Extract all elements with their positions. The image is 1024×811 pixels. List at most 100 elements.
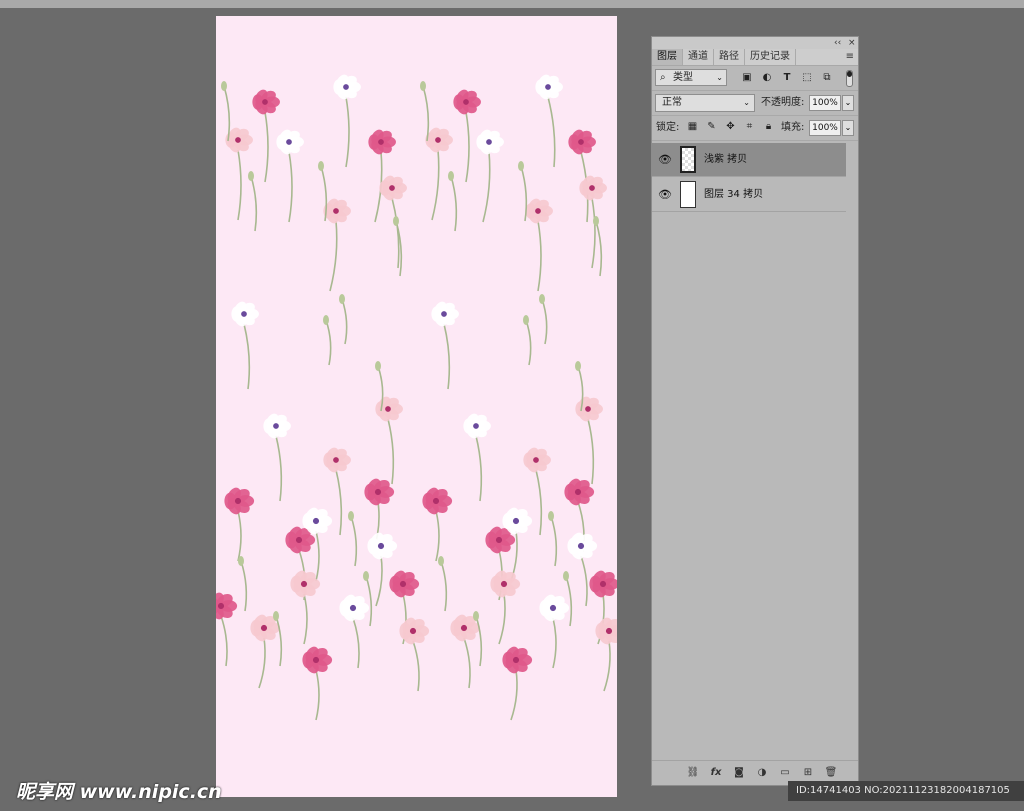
stem [547, 96, 556, 168]
add-mask-icon[interactable]: ◙ [731, 765, 747, 781]
flower-center [599, 580, 607, 588]
new-group-icon[interactable]: ▭ [777, 765, 793, 781]
opacity-input[interactable]: 100% [809, 95, 841, 111]
stem [550, 515, 558, 567]
eye-icon[interactable]: 👁︎ [658, 188, 672, 202]
flower-bud [318, 161, 324, 171]
close-panel-button[interactable]: × [848, 37, 856, 49]
stem [315, 530, 320, 582]
blend-mode-value: 正常 [662, 97, 682, 108]
stem [450, 175, 458, 232]
tab-paths[interactable]: 路径 [714, 49, 745, 65]
flower-center [463, 99, 469, 105]
layer-thumbnail [680, 146, 696, 173]
lock-artboard-icon[interactable]: ⌗ [743, 120, 756, 134]
floral-pattern [216, 74, 617, 721]
flower-center [399, 580, 407, 588]
flower-center [432, 497, 440, 505]
flower-center [574, 488, 582, 496]
filter-row: ⌕ 类型 ⌄ ▣ ◐ T ⬚ ⧉ [652, 66, 858, 91]
flower-center [535, 208, 541, 214]
layer-name[interactable]: 浅紫 拷贝 [704, 143, 747, 177]
flower-bud [375, 361, 381, 371]
fill-input[interactable]: 100% [809, 120, 841, 136]
flower-center [262, 99, 268, 105]
flower-center [312, 656, 320, 664]
shape-filter-icon[interactable]: ⬚ [800, 71, 814, 85]
stem [443, 323, 451, 390]
tab-layers[interactable]: 图层 [652, 49, 683, 65]
stem [387, 418, 395, 485]
stem [315, 669, 320, 721]
blend-mode-select[interactable]: 正常 ⌄ [655, 94, 755, 112]
eye-icon[interactable]: 👁︎ [658, 153, 672, 167]
fill-dropdown-icon[interactable]: ⌄ [842, 120, 854, 136]
document-canvas[interactable] [216, 16, 617, 797]
layer-filter-select[interactable]: ⌕ 类型 ⌄ [655, 69, 727, 86]
flower-center [486, 139, 492, 145]
image-filter-icon[interactable]: ▣ [740, 71, 754, 85]
tab-history[interactable]: 历史记录 [745, 49, 796, 65]
text-filter-icon[interactable]: T [780, 71, 794, 85]
lock-paint-brush-icon[interactable]: ✎ [705, 120, 718, 134]
flower-bud [323, 315, 329, 325]
lock-row: 锁定: ▦ ✎ ✥ ⌗ 🔒︎ 填充: 100% ⌄ [652, 116, 858, 141]
flower-center [473, 423, 479, 429]
stem [595, 220, 603, 277]
layer-row-selected[interactable]: 👁︎ 浅紫 拷贝 [652, 143, 846, 177]
flower-bud [348, 511, 354, 521]
new-layer-icon[interactable]: ⊞ [800, 765, 816, 781]
opacity-label: 不透明度: [761, 97, 805, 108]
flower-center [273, 423, 279, 429]
opacity-dropdown-icon[interactable]: ⌄ [842, 95, 854, 111]
flower-bud [539, 294, 545, 304]
stem [341, 298, 348, 345]
flower-bud [438, 556, 444, 566]
flower-center [260, 624, 268, 632]
smart-object-filter-icon[interactable]: ⧉ [820, 71, 834, 85]
flower-bud [221, 81, 227, 91]
flower-bud [548, 511, 554, 521]
stem [365, 575, 373, 627]
lock-all-icon[interactable]: 🔒︎ [762, 120, 775, 134]
flower-center [512, 656, 520, 664]
stem [537, 220, 542, 292]
chevron-down-icon: ⌄ [716, 73, 723, 82]
delete-layer-icon[interactable]: 🗑︎ [823, 765, 839, 781]
flower-center [533, 457, 539, 463]
stem [350, 515, 358, 567]
stem [482, 151, 491, 223]
stem [591, 197, 596, 269]
adjustment-layer-icon[interactable]: ◑ [754, 765, 770, 781]
chevron-down-icon: ⌄ [743, 98, 750, 107]
flower-center [374, 488, 382, 496]
flower-bud [393, 216, 399, 226]
layer-row[interactable]: 👁︎ 图层 34 拷贝 [652, 178, 846, 212]
fx-icon[interactable]: fx [708, 765, 724, 781]
flower-center [441, 311, 447, 317]
filter-toggle[interactable] [846, 70, 853, 87]
flower-bud [273, 611, 279, 621]
flower-center [217, 602, 225, 610]
image-id-watermark: ID:14741403 NO:20211123182004187105 [788, 781, 1024, 801]
tab-channels[interactable]: 通道 [683, 49, 714, 65]
layer-name[interactable]: 图层 34 拷贝 [704, 178, 763, 212]
flower-center [512, 517, 520, 525]
stem [352, 617, 360, 669]
lock-label: 锁定: [656, 122, 680, 133]
flower-bud [575, 361, 581, 371]
adjustment-filter-icon[interactable]: ◐ [760, 71, 774, 85]
link-layers-icon[interactable]: ⛓︎ [685, 765, 701, 781]
panel-tabs: 图层 通道 路径 历史记录 ≡ [652, 49, 858, 66]
flower-bud [363, 571, 369, 581]
layer-list: 👁︎ 浅紫 拷贝 👁︎ 图层 34 拷贝 [652, 141, 858, 761]
stem [475, 435, 483, 502]
site-watermark: 昵享网 www.nipic.cn [16, 781, 222, 803]
lock-transparency-icon[interactable]: ▦ [686, 120, 699, 134]
flower-center [578, 139, 584, 145]
collapse-panel-button[interactable]: ‹‹ [834, 37, 841, 49]
lock-move-icon[interactable]: ✥ [724, 120, 737, 134]
flower-center [495, 536, 503, 544]
panel-menu-icon[interactable]: ≡ [846, 51, 854, 63]
flower-center [343, 84, 349, 90]
